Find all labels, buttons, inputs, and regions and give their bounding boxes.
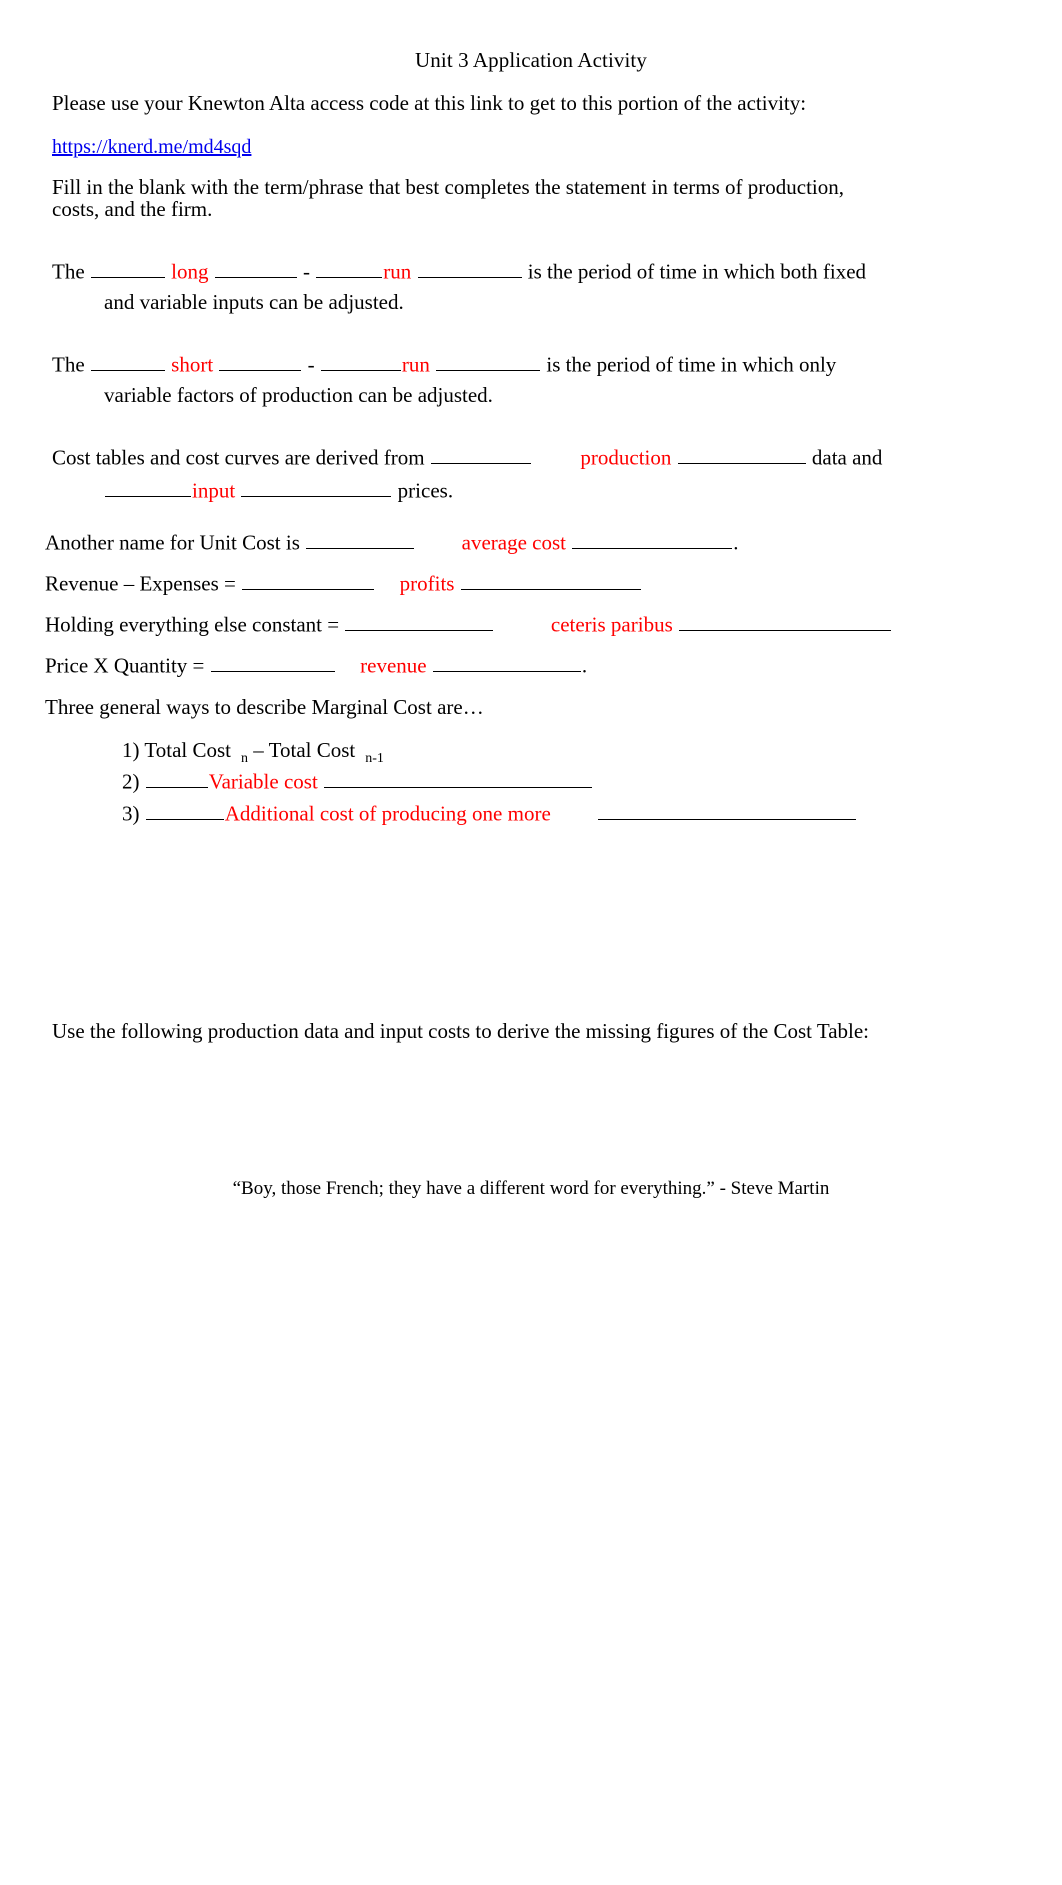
instructions-text-2: costs, and the firm. <box>52 197 213 221</box>
mc-item-1-sub-b: n-1 <box>365 751 384 767</box>
blank-line[interactable] <box>460 570 641 591</box>
activity-link[interactable]: https://knerd.me/md4sqd <box>52 136 251 158</box>
blank-line[interactable] <box>679 611 891 632</box>
mc-item-2-answer: Variable cost <box>208 769 318 794</box>
marginal-cost-item-1: 1) Total Cost n – Total Cost n-1 <box>122 737 384 772</box>
blank-line[interactable] <box>316 258 383 279</box>
revenue-lead: Price X Quantity = <box>45 653 205 678</box>
long-run-separator: - <box>303 259 310 284</box>
long-run-tail: is the period of time in which both fixe… <box>527 259 867 284</box>
short-run-lead: The <box>52 352 85 377</box>
marginal-cost-heading: Three general ways to describe Marginal … <box>45 694 484 721</box>
page-title: Unit 3 Application Activity <box>0 48 1062 73</box>
cost-tables-mid: data and <box>811 445 883 470</box>
statement-short-run-continuation: variable factors of production can be ad… <box>104 382 493 409</box>
marginal-cost-item-3: 3) Additional cost of producing one more <box>122 800 857 827</box>
cost-table-prompt: Use the following production data and in… <box>52 1018 869 1045</box>
statement-short-run: The short - run is the period of time in… <box>52 351 836 378</box>
statement-ceteris-paribus: Holding everything else constant = ceter… <box>45 611 892 638</box>
blank-line[interactable] <box>430 444 531 465</box>
short-run-answer-1: short <box>171 352 214 377</box>
cost-tables-lead: Cost tables and cost curves are derived … <box>52 445 425 470</box>
blank-line[interactable] <box>242 570 375 591</box>
unit-cost-answer: average cost <box>461 530 566 555</box>
revenue-answer: revenue <box>360 653 427 678</box>
mc-item-2-number: 2) <box>122 769 140 794</box>
blank-line[interactable] <box>145 768 208 789</box>
blank-line[interactable] <box>219 351 302 372</box>
statement-cost-tables-continuation: input prices. <box>104 477 453 504</box>
statement-long-run-continuation: and variable inputs can be adjusted. <box>104 289 404 316</box>
long-run-answer-2: run <box>383 259 412 284</box>
document-page: Unit 3 Application Activity Please use y… <box>0 0 1062 1885</box>
ceteris-paribus-answer: ceteris paribus <box>550 612 673 637</box>
blank-line[interactable] <box>105 477 191 498</box>
blank-line[interactable] <box>417 258 522 279</box>
blank-line[interactable] <box>677 444 806 465</box>
blank-line[interactable] <box>572 529 733 550</box>
long-run-answer-1: long <box>171 259 209 284</box>
blank-line[interactable] <box>436 351 541 372</box>
short-run-answer-2: run <box>401 352 430 377</box>
blank-line[interactable] <box>241 477 392 498</box>
cost-tables-answer-1: production <box>580 445 672 470</box>
intro-text: Please use your Knewton Alta access code… <box>52 91 807 115</box>
statement-long-run: The long - run is the period of time in … <box>52 258 866 285</box>
marginal-cost-heading-text: Three general ways to describe Marginal … <box>45 695 484 719</box>
blank-line[interactable] <box>214 258 297 279</box>
footer-quote-text: “Boy, those French; they have a differen… <box>232 1178 830 1199</box>
blank-line[interactable] <box>90 258 165 279</box>
blank-line[interactable] <box>306 529 415 550</box>
mc-item-1-sub-a: n <box>241 751 248 767</box>
instructions-line-2: costs, and the firm. <box>52 196 212 223</box>
blank-line[interactable] <box>432 652 581 673</box>
statement-profits: Revenue – Expenses = profits <box>45 570 642 597</box>
blank-line[interactable] <box>145 800 224 821</box>
mc-item-1-number: 1) <box>122 738 140 762</box>
statement-unit-cost: Another name for Unit Cost is average co… <box>45 529 739 556</box>
cost-table-prompt-text: Use the following production data and in… <box>52 1019 870 1043</box>
short-run-separator: - <box>307 352 315 377</box>
blank-line[interactable] <box>324 768 593 789</box>
statement-revenue: Price X Quantity = revenue . <box>45 652 587 679</box>
blank-line[interactable] <box>345 611 494 632</box>
profits-answer: profits <box>399 571 455 596</box>
cost-tables-tail: prices. <box>397 478 454 503</box>
cost-tables-answer-2: input <box>192 478 236 503</box>
statement-cost-tables: Cost tables and cost curves are derived … <box>52 444 882 471</box>
blank-line[interactable] <box>598 800 857 821</box>
unit-cost-lead: Another name for Unit Cost is <box>45 530 300 555</box>
blank-line[interactable] <box>210 652 335 673</box>
mc-item-1-text-b: – Total Cost <box>253 738 356 762</box>
long-run-lead: The <box>52 259 85 284</box>
long-run-continuation-text: and variable inputs can be adjusted. <box>104 290 404 314</box>
unit-cost-tail: . <box>733 530 739 555</box>
short-run-continuation-text: variable factors of production can be ad… <box>104 383 493 407</box>
ceteris-paribus-lead: Holding everything else constant = <box>45 612 340 637</box>
revenue-tail: . <box>581 653 588 678</box>
mc-item-3-answer: Additional cost of producing one more <box>224 801 551 826</box>
blank-line[interactable] <box>90 351 165 372</box>
footer-quote: “Boy, those French; they have a differen… <box>0 1178 1062 1200</box>
short-run-tail: is the period of time in which only <box>546 352 837 377</box>
page-title-text: Unit 3 Application Activity <box>415 48 647 72</box>
marginal-cost-item-2: 2) Variable cost <box>122 768 593 795</box>
mc-item-3-number: 3) <box>122 801 140 826</box>
mc-item-1-text-a: Total Cost <box>144 738 231 762</box>
activity-link-container[interactable]: https://knerd.me/md4sqd <box>52 133 251 161</box>
blank-line[interactable] <box>320 351 401 372</box>
profits-lead: Revenue – Expenses = <box>45 571 236 596</box>
intro-paragraph: Please use your Knewton Alta access code… <box>52 90 806 117</box>
